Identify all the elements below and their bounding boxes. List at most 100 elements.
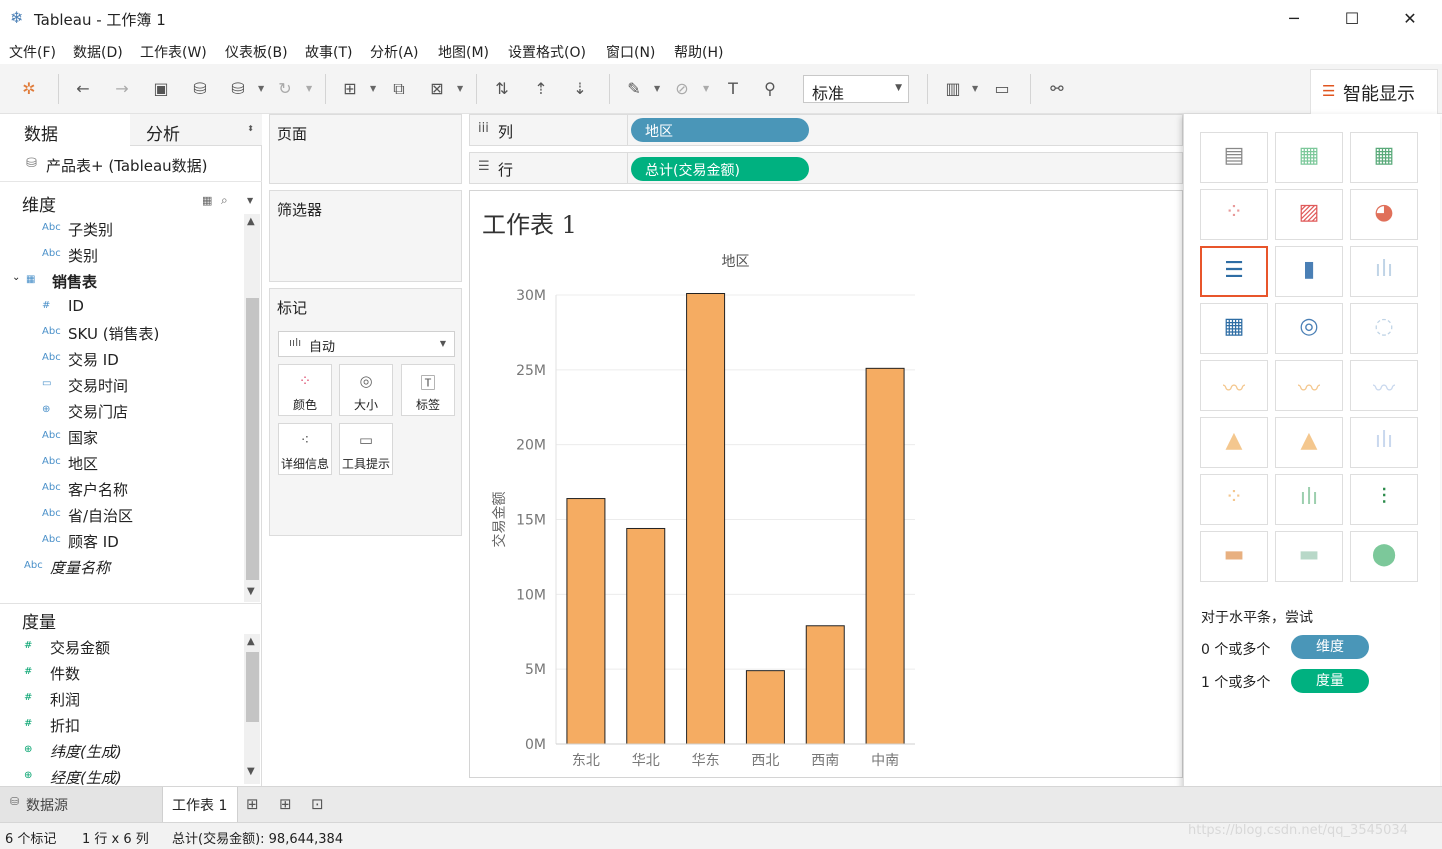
- chevron-down-icon[interactable]: ⌄: [12, 272, 20, 283]
- measure-field[interactable]: # 件数: [24, 660, 264, 686]
- group-members-icon[interactable]: ⊘: [671, 78, 693, 100]
- chevron-down-icon[interactable]: ▼: [972, 84, 978, 93]
- presentation-mode-icon[interactable]: ▭: [991, 78, 1013, 100]
- row-pill-sum-amount[interactable]: 总计(交易金额): [631, 157, 809, 181]
- show-mark-labels-icon[interactable]: T: [722, 78, 744, 100]
- dimension-field[interactable]: Abc 国家: [42, 424, 282, 450]
- dimension-field[interactable]: Abc SKU (销售表): [42, 320, 282, 346]
- minimize-button[interactable]: ─: [1277, 6, 1311, 32]
- dimension-field[interactable]: # ID: [42, 294, 282, 320]
- dimension-field[interactable]: Abc 度量名称: [24, 554, 264, 580]
- measure-field[interactable]: # 折扣: [24, 712, 264, 738]
- size-button[interactable]: ◎ 大小: [339, 364, 393, 416]
- chevron-down-icon[interactable]: ▼: [306, 84, 312, 93]
- chart-type-dual-combination[interactable]: ılı: [1350, 417, 1418, 468]
- menu-format[interactable]: 设置格式(O): [508, 42, 586, 62]
- menu-analysis[interactable]: 分析(A): [370, 42, 419, 62]
- label-button[interactable]: 🅃 标签: [401, 364, 455, 416]
- sort-ascending-icon[interactable]: ⇡: [530, 78, 552, 100]
- chart-type-treemap[interactable]: ▦: [1200, 303, 1268, 354]
- undo-icon[interactable]: ←: [72, 78, 94, 100]
- chevron-down-icon[interactable]: ▼: [370, 84, 376, 93]
- rows-shelf[interactable]: ☰ 行 总计(交易金额): [469, 152, 1183, 184]
- menu-file[interactable]: 文件(F): [9, 42, 56, 62]
- dimension-field[interactable]: ⊕ 交易门店: [42, 398, 282, 424]
- chart-type-area-continuous[interactable]: ▲: [1200, 417, 1268, 468]
- new-dashboard-icon[interactable]: ⊞: [279, 795, 292, 813]
- chart-type-heat-map[interactable]: ▦: [1275, 132, 1343, 183]
- dimension-field[interactable]: ▭ 交易时间: [42, 372, 282, 398]
- dimension-field[interactable]: Abc 省/自治区: [42, 502, 282, 528]
- measure-field[interactable]: # 利润: [24, 686, 264, 712]
- new-worksheet-icon[interactable]: ⊞: [246, 795, 259, 813]
- chart-type-bullet-graph[interactable]: ▬: [1275, 531, 1343, 582]
- chart-type-side-by-side-circles[interactable]: ◌: [1350, 303, 1418, 354]
- chart-type-scatter-plot[interactable]: ⁘: [1200, 474, 1268, 525]
- filters-card[interactable]: 筛选器: [269, 190, 462, 282]
- show-cards-icon[interactable]: ▥: [942, 78, 964, 100]
- dimension-field[interactable]: Abc 子类别: [42, 216, 282, 242]
- chart-type-text-table[interactable]: ▤: [1200, 132, 1268, 183]
- chart-type-area-discrete[interactable]: ▲: [1275, 417, 1343, 468]
- menu-window[interactable]: 窗口(N): [606, 42, 655, 62]
- tableau-home-icon[interactable]: ✲: [18, 78, 40, 100]
- dimension-field[interactable]: Abc 交易 ID: [42, 346, 282, 372]
- new-datasource-icon[interactable]: ⛁: [189, 78, 211, 100]
- dimension-field[interactable]: ⌄ ▦ 销售表: [12, 268, 266, 294]
- chart-type-histogram[interactable]: ılı: [1275, 474, 1343, 525]
- menu-dashboard[interactable]: 仪表板(B): [225, 42, 288, 62]
- tab-analysis[interactable]: 分析 ⬍: [130, 114, 262, 146]
- swap-rows-columns-icon[interactable]: ⇅: [491, 78, 513, 100]
- new-story-icon[interactable]: ⊡: [311, 795, 324, 813]
- pause-updates-icon[interactable]: ⛁: [227, 78, 249, 100]
- chevron-down-icon[interactable]: ▼: [703, 84, 709, 93]
- column-pill-region[interactable]: 地区: [631, 118, 809, 142]
- menu-help[interactable]: 帮助(H): [674, 42, 723, 62]
- tab-sheet-1[interactable]: 工作表 1: [163, 787, 238, 822]
- sort-descending-icon[interactable]: ⇣: [569, 78, 591, 100]
- chevron-down-icon[interactable]: ▼: [258, 84, 264, 93]
- chart-type-line-discrete[interactable]: 〰: [1275, 360, 1343, 411]
- save-icon[interactable]: ▣: [150, 78, 172, 100]
- highlight-icon[interactable]: ✎: [623, 78, 645, 100]
- chart-type-stacked-bars[interactable]: ▮: [1275, 246, 1343, 297]
- columns-shelf[interactable]: iii 列 地区: [469, 114, 1183, 146]
- tooltip-button[interactable]: ▭ 工具提示: [339, 423, 393, 475]
- chevron-down-icon[interactable]: ▼: [654, 84, 660, 93]
- dimension-field[interactable]: Abc 顾客 ID: [42, 528, 282, 554]
- show-me-tab[interactable]: ☰ 智能显示: [1310, 69, 1438, 114]
- chart-type-circle-views[interactable]: ◎: [1275, 303, 1343, 354]
- menu-map[interactable]: 地图(M): [438, 42, 489, 62]
- dimension-field[interactable]: Abc 地区: [42, 450, 282, 476]
- pages-card[interactable]: 页面: [269, 114, 462, 184]
- maximize-button[interactable]: ☐: [1335, 6, 1369, 32]
- search-icon[interactable]: ⌕: [221, 193, 228, 208]
- color-button[interactable]: ⁘ 颜色: [278, 364, 332, 416]
- menu-data[interactable]: 数据(D): [73, 42, 123, 62]
- chevron-down-icon[interactable]: ▼: [247, 196, 253, 205]
- mark-type-select[interactable]: ıılı 自动 ▼: [278, 331, 455, 357]
- chart-type-pie-chart[interactable]: ◕: [1350, 189, 1418, 240]
- redo-icon[interactable]: →: [111, 78, 133, 100]
- chart-type-highlight-table[interactable]: ▦: [1350, 132, 1418, 183]
- fit-select[interactable]: 标准 ▼: [803, 75, 909, 103]
- tab-data[interactable]: 数据: [0, 114, 128, 146]
- menu-story[interactable]: 故事(T): [305, 42, 352, 62]
- chart-type-line-continuous[interactable]: 〰: [1200, 360, 1268, 411]
- chart-type-packed-bubbles[interactable]: ⬤: [1350, 531, 1418, 582]
- chart-type-dual-lines[interactable]: 〰: [1350, 360, 1418, 411]
- scroll-down-icon[interactable]: ▼: [247, 586, 255, 597]
- chart-type-filled-map[interactable]: ▨: [1275, 189, 1343, 240]
- chart-type-horizontal-bars[interactable]: ☰: [1200, 246, 1268, 297]
- clear-sheet-icon[interactable]: ⊠: [426, 78, 448, 100]
- detail-button[interactable]: ⁖ 详细信息: [278, 423, 332, 475]
- close-button[interactable]: ✕: [1393, 6, 1427, 32]
- dimension-field[interactable]: Abc 类别: [42, 242, 282, 268]
- chart-type-side-by-side-bars[interactable]: ılı: [1350, 246, 1418, 297]
- dimension-field[interactable]: Abc 客户名称: [42, 476, 282, 502]
- fix-axes-icon[interactable]: ⚲: [759, 78, 781, 100]
- datasource-row[interactable]: ⛁ 产品表+ (Tableau数据): [0, 148, 262, 182]
- tab-datasource[interactable]: ⛁ 数据源: [0, 787, 163, 822]
- menu-worksheet[interactable]: 工作表(W): [140, 42, 207, 62]
- duplicate-sheet-icon[interactable]: ⧉: [388, 78, 410, 100]
